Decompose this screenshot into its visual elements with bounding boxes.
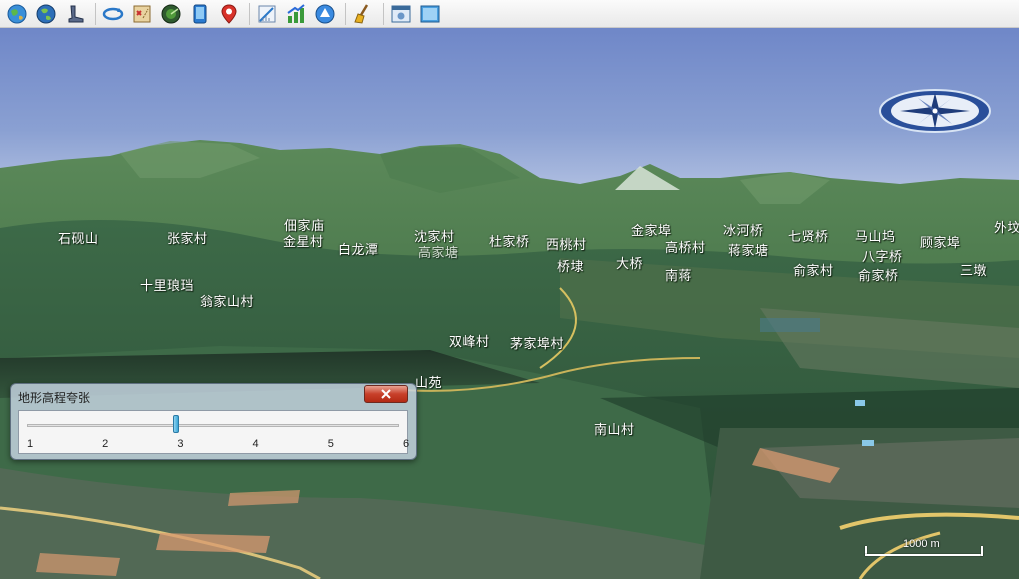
radar-globe-icon [161, 4, 181, 23]
fullscreen-window-icon [420, 5, 440, 22]
globe-map-button[interactable] [4, 2, 30, 26]
place-label[interactable]: 西桃村 [546, 234, 587, 253]
broom-icon [354, 3, 369, 24]
place-label[interactable]: 大桥 [616, 253, 643, 272]
terrain-3d [0, 140, 1019, 579]
place-label[interactable]: 山苑 [415, 372, 442, 391]
slider-tick-label: 4 [252, 438, 259, 450]
earth-button[interactable] [33, 2, 59, 26]
walk-button[interactable] [62, 2, 88, 26]
place-label[interactable]: 七贤桥 [788, 226, 829, 245]
toolbar-separator [249, 2, 250, 25]
place-label[interactable]: 八字桥 [862, 246, 903, 265]
treasure-map-icon [133, 5, 151, 22]
fullscreen-button[interactable] [417, 2, 443, 26]
slider-tick-label: 3 [177, 438, 184, 450]
rotate-button[interactable] [100, 2, 126, 26]
place-label[interactable]: 俞家桥 [858, 265, 899, 284]
screenshot-button[interactable] [388, 2, 414, 26]
place-label[interactable]: 翁家山村 [200, 291, 254, 310]
place-label[interactable]: 俞家村 [793, 260, 834, 279]
slider-tick-label: 2 [102, 438, 109, 450]
slider-tick-label: 5 [327, 438, 334, 450]
measure-icon [258, 5, 276, 22]
place-label[interactable]: 顾家埠 [920, 232, 961, 251]
elevation-chart-icon [287, 3, 305, 23]
place-label[interactable]: 冰河桥 [723, 220, 764, 239]
dialog-title[interactable]: 地形高程夸张 [18, 389, 90, 406]
terrain-exaggeration-dialog: 地形高程夸张 1 2 3 4 5 6 [10, 383, 417, 460]
place-label[interactable]: 张家村 [167, 228, 208, 247]
slider-panel: 1 2 3 4 5 6 [18, 410, 410, 454]
scale-bar: 1000 m [863, 538, 987, 558]
place-label[interactable]: 南蒋 [665, 265, 692, 284]
scale-label: 1000 m [903, 538, 940, 550]
close-icon [381, 389, 391, 399]
rotate-icon [102, 7, 124, 20]
place-label[interactable]: 马山坞 [855, 226, 896, 245]
clear-button[interactable] [350, 2, 376, 26]
walk-icon [68, 5, 84, 22]
place-label[interactable]: 十里琅珰 [140, 275, 194, 294]
toolbar-separator [345, 2, 346, 25]
place-label[interactable]: 外坟 [994, 217, 1019, 236]
earth-icon [36, 4, 56, 23]
location-pin-icon [221, 3, 237, 24]
location-pin-button[interactable] [216, 2, 242, 26]
place-label[interactable]: 石砚山 [58, 228, 99, 247]
tablet-icon [193, 4, 207, 23]
toolbar-separator [95, 2, 96, 25]
navigate-up-icon [315, 4, 335, 23]
toolbar-separator [383, 2, 384, 25]
scale-tick [981, 546, 983, 556]
place-label[interactable]: 双峰村 [449, 331, 490, 350]
compass-icon[interactable] [878, 88, 992, 134]
globe-map-icon [7, 4, 27, 23]
navigate-up-button[interactable] [312, 2, 338, 26]
measure-button[interactable] [254, 2, 280, 26]
tablet-button[interactable] [187, 2, 213, 26]
treasure-map-button[interactable] [129, 2, 155, 26]
place-label[interactable]: 桥埭 [557, 256, 584, 275]
place-label[interactable]: 杜家桥 [489, 231, 530, 250]
slider-tick-label: 6 [402, 438, 410, 450]
place-label[interactable]: 高桥村 [665, 237, 706, 256]
place-label[interactable]: 金星村 [283, 231, 324, 250]
place-label[interactable]: 茅家埠村 [510, 333, 564, 352]
elevation-slider-thumb[interactable] [172, 415, 179, 433]
radar-globe-button[interactable] [158, 2, 184, 26]
elevation-slider-track[interactable] [27, 424, 399, 427]
toolbar [0, 0, 1019, 28]
scale-line [865, 554, 983, 556]
place-label[interactable]: 南山村 [594, 419, 635, 438]
close-button[interactable] [364, 385, 408, 403]
place-label[interactable]: 白龙潭 [338, 239, 379, 258]
slider-tick-label: 1 [26, 438, 34, 450]
place-label[interactable]: 蒋家塘 [728, 240, 769, 259]
map-3d-view[interactable]: 石砚山 张家村 佃家庙 金星村 白龙潭 沈家村 高家塘 杜家桥 西桃村 金家埠 … [0, 28, 1019, 579]
place-label[interactable]: 三墩 [960, 260, 987, 279]
place-label[interactable]: 高家塘 [418, 242, 459, 261]
elevation-chart-button[interactable] [283, 2, 309, 26]
screenshot-window-icon [391, 5, 411, 22]
